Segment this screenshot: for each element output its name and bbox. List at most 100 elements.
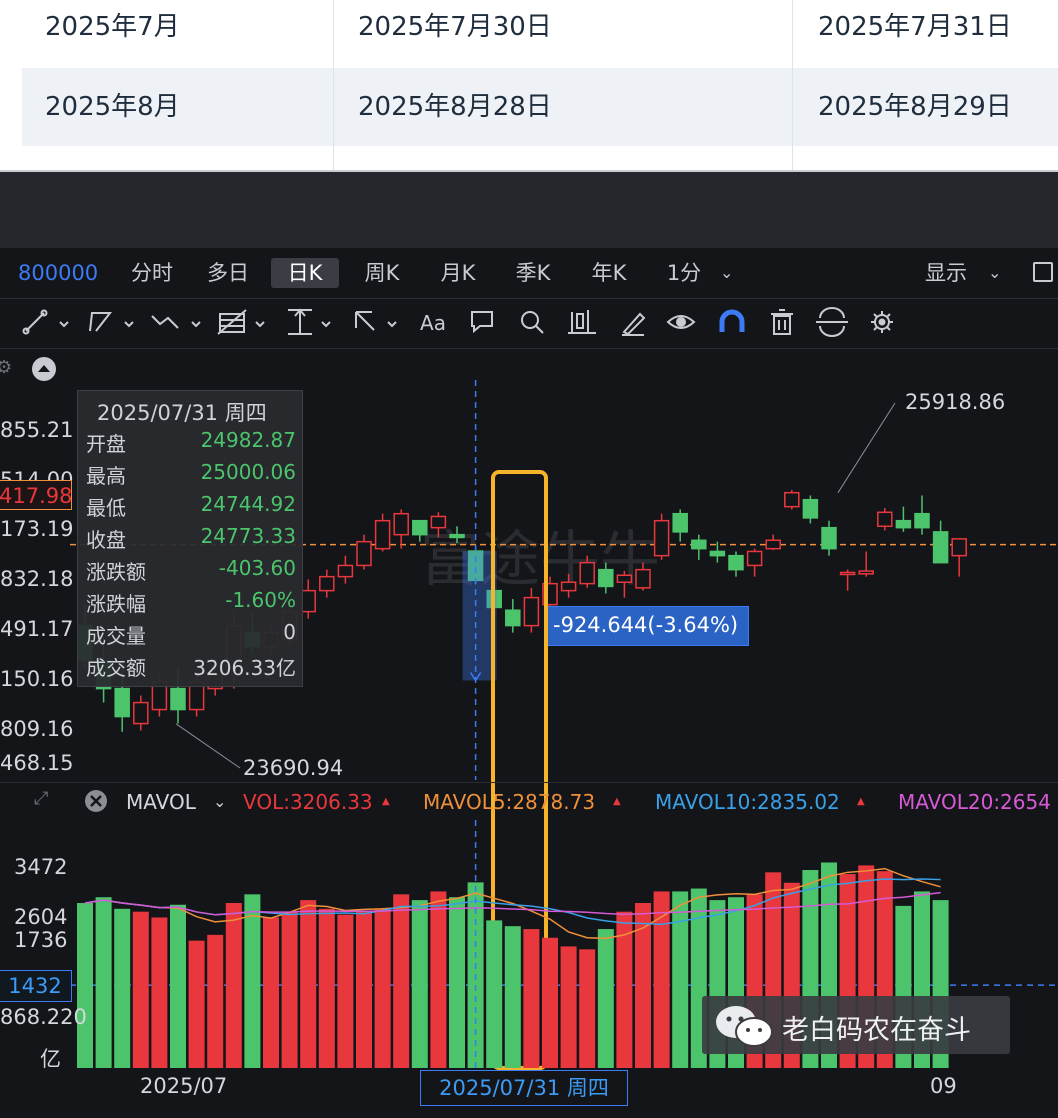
table-cell-date: 2025年8月28日 — [358, 92, 552, 122]
window-gap — [0, 170, 1058, 248]
collapse-up-icon[interactable] — [31, 356, 57, 382]
volume-bar — [393, 894, 410, 1068]
volume-bar — [77, 903, 93, 1068]
candle-body — [337, 564, 354, 578]
volume-bar — [281, 911, 298, 1068]
close-icon[interactable] — [84, 789, 108, 813]
volume-bar — [225, 903, 242, 1068]
tooltip-key: 最高 — [86, 464, 126, 488]
volume-bar — [449, 897, 465, 1068]
comment-icon — [471, 311, 493, 334]
expand-icon[interactable]: ⤢ — [34, 788, 48, 809]
chevron-down-icon[interactable]: ⌄ — [720, 258, 733, 288]
wave-icon — [151, 315, 179, 329]
volume-bar — [597, 929, 614, 1068]
low-price-annotation: 23690.94 — [243, 756, 344, 780]
trend-line-icon — [22, 309, 48, 335]
candle-body — [356, 540, 372, 567]
table-cell-date: 2025年8月29日 — [818, 92, 1012, 122]
volume-axis-label: 868.220 — [0, 1005, 87, 1029]
tab-weekly-k[interactable]: 周K — [352, 258, 412, 288]
x-axis-label: 2025/07 — [140, 1074, 228, 1098]
tab-1min[interactable]: 1分 — [656, 258, 712, 288]
candle-body — [784, 491, 800, 508]
display-menu-label[interactable]: 显示 — [925, 258, 967, 288]
candle-body — [951, 538, 967, 557]
mavol20-legend: MAVOL20:2654 — [898, 790, 1051, 814]
magnet-icon — [719, 309, 745, 332]
price-axis-label: 468.15 — [0, 751, 74, 775]
candle-body — [374, 519, 391, 550]
sync-icon — [816, 307, 848, 337]
tab-intraday[interactable]: 分时 — [122, 258, 182, 288]
tooltip-key: 成交量 — [86, 624, 146, 648]
candle-settings-icon — [568, 310, 596, 334]
wechat-icon — [716, 1006, 773, 1047]
cursor-arrow-icon — [355, 311, 375, 331]
tooltip-date: 2025/07/31 周四 — [97, 401, 267, 425]
tooltip-value: -1.60% — [225, 588, 296, 612]
volume-bar — [430, 891, 447, 1068]
gear-icon — [871, 311, 893, 333]
table-cell-date: 2025年7月31日 — [818, 12, 1012, 42]
price-axis-label: 150.16 — [0, 667, 74, 691]
toolbar-divider — [0, 298, 1058, 299]
candle-body — [170, 687, 186, 711]
tooltip-key: 最低 — [86, 496, 126, 520]
volume-bar — [411, 900, 428, 1068]
indicator-selector[interactable]: MAVOL — [126, 789, 196, 815]
chevron-down-icon[interactable]: ⌄ — [213, 789, 226, 815]
volume-bar — [300, 900, 317, 1068]
volume-bar — [542, 937, 558, 1068]
tab-quarterly-k[interactable]: 季K — [503, 258, 563, 288]
text-tool-button[interactable]: Aa — [416, 306, 450, 340]
tooltip-key: 涨跌幅 — [86, 592, 146, 616]
candle-body — [728, 554, 744, 571]
column-divider — [333, 0, 334, 170]
volume-bar — [579, 949, 596, 1068]
toolbar-divider — [0, 348, 1058, 349]
volume-bar — [504, 926, 521, 1068]
volume-bar — [560, 946, 577, 1068]
tooltip-value: 24982.87 — [200, 428, 296, 452]
candle-body — [821, 526, 837, 550]
volume-axis-unit: 亿 — [40, 1047, 61, 1071]
candle-body — [709, 550, 726, 557]
tooltip-key: 涨跌额 — [86, 560, 146, 584]
candle-body — [765, 539, 781, 550]
price-axis-label: 173.19 — [0, 517, 74, 541]
candle-body — [300, 589, 316, 613]
crosshair-volume-label: 1432 — [0, 970, 72, 1002]
candle-body — [133, 701, 149, 725]
tooltip-key: 收盘 — [86, 528, 126, 552]
symbol-code[interactable]: 800000 — [18, 258, 98, 288]
volume-bar — [170, 904, 186, 1068]
candle-body — [412, 519, 428, 536]
candle-body — [560, 581, 577, 592]
price-axis-label: 491.17 — [0, 617, 74, 641]
tab-yearly-k[interactable]: 年K — [579, 258, 639, 288]
candle-body — [672, 512, 688, 533]
high-price-annotation: 25918.86 — [905, 390, 1006, 414]
measure-icon — [288, 308, 312, 335]
candle-body — [616, 574, 633, 583]
tab-daily-k[interactable]: 日K — [271, 258, 339, 288]
triangle-up-icon: ▲ — [382, 796, 390, 807]
volume-bar — [356, 911, 372, 1068]
tab-multiday[interactable]: 多日 — [198, 258, 258, 288]
candle-body — [319, 575, 335, 592]
volume-bar — [337, 914, 354, 1068]
tab-monthly-k[interactable]: 月K — [428, 258, 488, 288]
volume-bar — [114, 908, 131, 1068]
fib-grid-icon — [217, 309, 247, 335]
fullscreen-icon[interactable] — [1033, 262, 1053, 282]
volume-bar — [132, 911, 149, 1068]
pencil-icon — [622, 312, 646, 336]
watermark-text: 老白码农在奋斗 — [782, 1015, 971, 1046]
chevron-down-icon[interactable]: ⌄ — [988, 258, 1001, 288]
volume-bar — [95, 897, 112, 1068]
candle-body — [839, 571, 856, 576]
table-cell-month: 2025年8月 — [45, 92, 180, 122]
eye-icon — [666, 315, 696, 329]
gear-icon[interactable]: ⚙ — [0, 357, 12, 378]
